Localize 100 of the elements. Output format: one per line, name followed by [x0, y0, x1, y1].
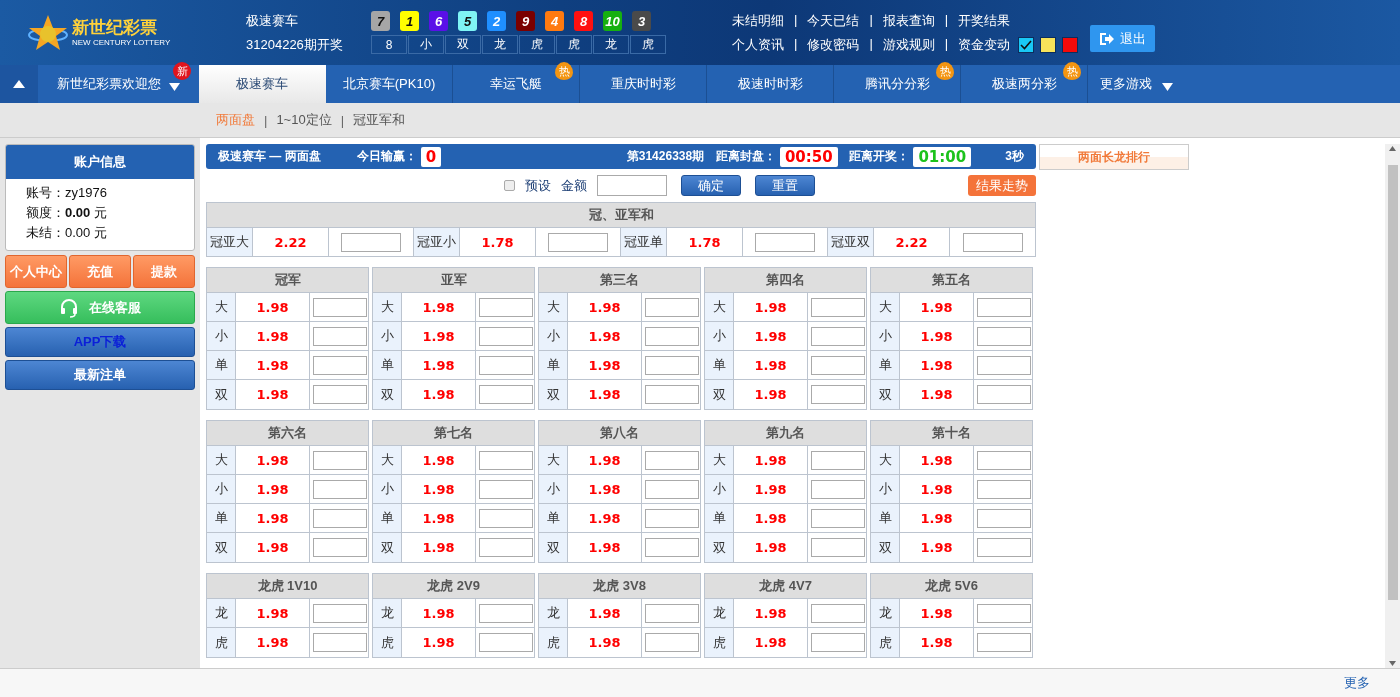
theme-swatch[interactable] [1018, 36, 1035, 53]
bet-field[interactable] [313, 479, 367, 499]
bet-field[interactable] [811, 450, 865, 470]
bet-field[interactable] [479, 385, 533, 404]
bet-field[interactable] [313, 297, 367, 317]
bet-field[interactable] [548, 232, 608, 252]
preset-checkbox[interactable] [504, 180, 515, 192]
scrollbar[interactable] [1385, 144, 1400, 668]
header-link[interactable]: 游戏规则 [882, 35, 935, 54]
bet-field[interactable] [645, 538, 699, 557]
game-tab[interactable]: 极速赛车 [199, 65, 326, 103]
bet-field[interactable] [645, 385, 699, 404]
header-link[interactable]: 未结明细 [732, 11, 784, 30]
bet-field[interactable] [977, 297, 1031, 317]
bet-field[interactable] [479, 633, 533, 652]
bet-field[interactable] [313, 603, 367, 623]
odds-value: 1.98 [734, 293, 808, 321]
amount-field[interactable] [597, 175, 667, 197]
bet-field[interactable] [479, 603, 533, 623]
play-tab[interactable]: 冠亚军和 [353, 111, 406, 129]
header-link[interactable]: 今天已结 [807, 11, 860, 30]
bet-field[interactable] [479, 508, 533, 528]
link-separator: | [794, 11, 798, 29]
bet-label: 大 [539, 293, 568, 321]
theme-swatch[interactable] [1040, 36, 1057, 53]
bet-field[interactable] [977, 355, 1031, 375]
bet-label: 大 [871, 293, 900, 321]
odds-value: 1.98 [402, 599, 476, 627]
bet-field[interactable] [811, 326, 865, 346]
bet-field[interactable] [811, 355, 865, 375]
bet-field[interactable] [645, 633, 699, 652]
bet-field[interactable] [313, 538, 367, 557]
bet-field[interactable] [962, 232, 1023, 252]
header-link[interactable]: 资金变动 [958, 35, 1011, 54]
bet-field[interactable] [977, 450, 1031, 470]
logout-button[interactable]: 退出 [1090, 25, 1156, 52]
bet-field[interactable] [977, 385, 1031, 404]
bet-label: 冠亚双 [828, 228, 874, 256]
preset-label: 预设 [525, 176, 551, 195]
odds-value: 2.22 [253, 228, 329, 256]
bet-field[interactable] [645, 450, 699, 470]
bet-field[interactable] [645, 479, 699, 499]
bet-label: 单 [871, 351, 900, 379]
bet-field[interactable] [977, 633, 1031, 652]
bet-field[interactable] [977, 326, 1031, 346]
result-cell: 龙 [482, 35, 518, 54]
bet-field[interactable] [811, 385, 865, 404]
bet-field[interactable] [811, 297, 865, 317]
bet-field[interactable] [811, 508, 865, 528]
bet-field[interactable] [313, 385, 367, 404]
header-link[interactable]: 开奖结果 [958, 11, 1011, 30]
bet-field[interactable] [977, 538, 1031, 557]
reset-button[interactable]: 重置 [755, 175, 815, 197]
scroll-down-icon [1389, 661, 1396, 666]
bet-field[interactable] [811, 603, 865, 623]
bet-label: 单 [705, 504, 734, 532]
confirm-button[interactable]: 确定 [681, 175, 741, 197]
bet-field[interactable] [479, 326, 533, 346]
bet-field[interactable] [645, 355, 699, 375]
more-games-menu[interactable]: 更多游戏 [1088, 65, 1173, 103]
bet-field[interactable] [313, 508, 367, 528]
bet-field[interactable] [313, 633, 367, 652]
bet-field[interactable] [645, 603, 699, 623]
more-link[interactable]: 更多 [1344, 674, 1370, 692]
bet-field[interactable] [341, 232, 401, 252]
logo-subtitle: NEW CENTURY LOTTERY [72, 37, 171, 48]
bet-label: 小 [539, 322, 568, 350]
bet-field[interactable] [811, 538, 865, 557]
bet-field[interactable] [479, 450, 533, 470]
bet-field[interactable] [313, 355, 367, 375]
bet-label: 大 [705, 446, 734, 474]
theme-swatch[interactable] [1062, 36, 1079, 53]
table-title: 龙虎 5V6 [871, 574, 1032, 599]
bet-label: 冠亚小 [414, 228, 460, 256]
header-link[interactable]: 修改密码 [807, 35, 860, 54]
header-link[interactable]: 个人资讯 [732, 35, 784, 54]
odds-value: 1.98 [236, 322, 310, 350]
latest-bets-button[interactable]: 最新注单 [5, 360, 195, 390]
bet-field[interactable] [811, 479, 865, 499]
bet-field[interactable] [479, 538, 533, 557]
bet-field[interactable] [977, 603, 1031, 623]
odds-value: 1.98 [402, 322, 476, 350]
collapse-button[interactable] [0, 65, 38, 103]
bet-field[interactable] [313, 450, 367, 470]
bet-field[interactable] [313, 326, 367, 346]
bet-field[interactable] [479, 479, 533, 499]
bet-field[interactable] [479, 355, 533, 375]
bet-label: 小 [373, 475, 402, 503]
bet-field[interactable] [645, 508, 699, 528]
bet-field[interactable] [977, 479, 1031, 499]
play-tab[interactable]: 1~10定位 [276, 111, 332, 129]
bet-field[interactable] [977, 508, 1031, 528]
bet-field[interactable] [755, 232, 815, 252]
bet-field[interactable] [811, 633, 865, 652]
bet-field[interactable] [645, 297, 699, 317]
header-link[interactable]: 报表查询 [882, 11, 935, 30]
bet-field[interactable] [645, 326, 699, 346]
odds-value: 1.98 [236, 475, 310, 503]
bet-field[interactable] [479, 297, 533, 317]
welcome-menu[interactable]: 新世纪彩票欢迎您 新 [38, 65, 199, 103]
